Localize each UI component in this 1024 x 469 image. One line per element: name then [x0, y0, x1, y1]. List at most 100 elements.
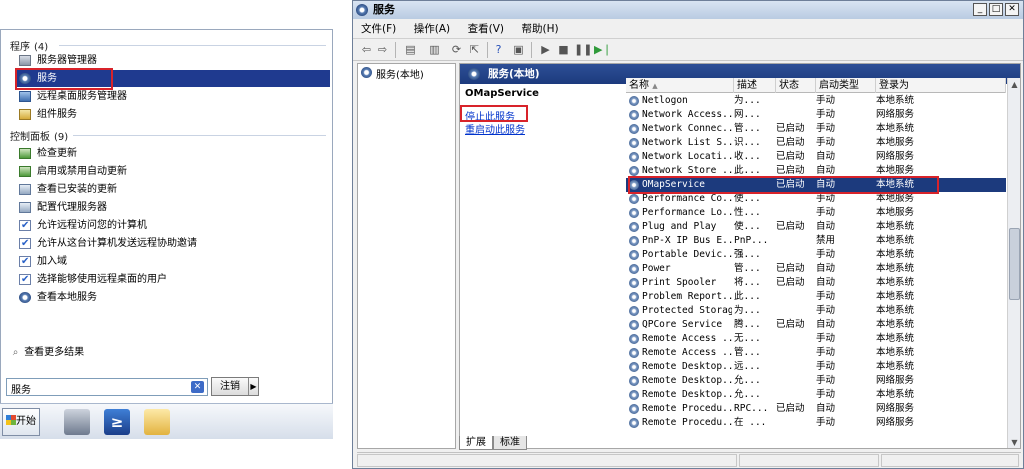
show-hide-tree-icon[interactable]: ▤: [403, 43, 418, 57]
service-gear-icon: [629, 222, 639, 232]
start-menu-item[interactable]: 允许远程访问您的计算机: [15, 217, 330, 234]
tab-extended[interactable]: 扩展: [459, 436, 493, 450]
help-icon[interactable]: ?: [491, 43, 506, 57]
table-row[interactable]: Portable Devic... 强... 手动 本地系统: [626, 248, 1006, 262]
start-menu-item[interactable]: 启用或禁用自动更新: [15, 163, 330, 180]
server-manager-taskbar-icon[interactable]: [64, 409, 90, 435]
restart-service-link[interactable]: 重启动此服务: [465, 121, 525, 136]
title-bar[interactable]: 服务 _ □ ✕: [353, 1, 1023, 19]
start-menu-item[interactable]: 加入域: [15, 253, 330, 270]
table-cell: 已启动: [776, 123, 805, 134]
window-title: 服务: [373, 3, 395, 16]
status-segment: [881, 454, 1019, 467]
menu-action[interactable]: 操作(A): [414, 23, 450, 35]
start-button[interactable]: 开始: [2, 408, 40, 436]
pause-service-icon[interactable]: ❚❚: [574, 43, 592, 57]
column-header-log-on-as[interactable]: 登录为: [876, 78, 1006, 93]
table-row[interactable]: Network Locati... 收... 已启动 自动 网络服务: [626, 150, 1006, 164]
menu-file[interactable]: 文件(F): [361, 23, 396, 35]
scroll-up-icon[interactable]: ▲: [1009, 79, 1020, 91]
table-cell: 本地系统: [876, 263, 915, 274]
table-row[interactable]: Protected Storage 为... 手动 本地系统: [626, 304, 1006, 318]
start-menu-item[interactable]: 服务器管理器: [15, 52, 330, 69]
scrollbar-thumb[interactable]: [1009, 228, 1020, 300]
start-menu-item[interactable]: 查看本地服务: [15, 289, 330, 306]
table-row[interactable]: Problem Report... 此... 手动 本地系统: [626, 290, 1006, 304]
start-menu-item[interactable]: 配置代理服务器: [15, 199, 330, 216]
scroll-down-icon[interactable]: ▼: [1009, 437, 1020, 448]
table-cell: Performance Lo...: [642, 207, 732, 218]
table-cell: Remote Desktop...: [642, 375, 732, 386]
start-service-icon[interactable]: ▶: [538, 43, 553, 57]
table-row[interactable]: Network Access... 网... 手动 网络服务: [626, 108, 1006, 122]
table-row[interactable]: QPCore Service 腾... 已启动 自动 本地系统: [626, 318, 1006, 332]
start-search-input[interactable]: 服务 ✕: [6, 378, 208, 396]
table-row[interactable]: Remote Procedu... 在 ... 手动 网络服务: [626, 416, 1006, 430]
service-gear-icon: [629, 166, 639, 176]
details-pane: 服务(本地) OMapService 停止此服务 重启动此服务 名称 ▲ 描述 …: [459, 63, 1021, 449]
table-cell: 自动: [816, 319, 836, 330]
menu-help[interactable]: 帮助(H): [522, 23, 559, 35]
stop-service-icon[interactable]: ■: [556, 43, 571, 57]
table-cell: 管...: [734, 263, 761, 274]
table-row[interactable]: Remote Desktop... 远... 手动 本地系统: [626, 360, 1006, 374]
table-row[interactable]: Remote Procedu... RPC... 已启动 自动 网络服务: [626, 402, 1006, 416]
table-row[interactable]: Power 管... 已启动 自动 本地系统: [626, 262, 1006, 276]
service-gear-icon: [629, 194, 639, 204]
table-row[interactable]: Remote Desktop... 允... 手动 网络服务: [626, 374, 1006, 388]
table-row[interactable]: Network Connec... 管... 已启动 手动 本地系统: [626, 122, 1006, 136]
vertical-scrollbar[interactable]: ▲ ▼: [1007, 78, 1020, 448]
restart-service-icon[interactable]: ▶❘: [594, 43, 612, 57]
tree-item-services-local[interactable]: 服务(本地): [361, 66, 424, 81]
explorer-taskbar-icon[interactable]: [144, 409, 170, 435]
column-header-description[interactable]: 描述: [734, 78, 776, 93]
menu-view[interactable]: 查看(V): [468, 23, 504, 35]
powershell-taskbar-icon[interactable]: ≥: [104, 409, 130, 435]
table-cell: 网络服务: [876, 151, 915, 162]
console-tree: 服务(本地): [357, 63, 456, 449]
service-gear-icon: [629, 138, 639, 148]
start-menu-item[interactable]: 组件服务: [15, 106, 330, 123]
table-row[interactable]: Print Spooler 将... 已启动 自动 本地系统: [626, 276, 1006, 290]
start-menu-item[interactable]: 允许从这台计算机发送远程协助邀请: [15, 235, 330, 252]
close-button[interactable]: ✕: [1005, 3, 1019, 16]
start-menu-item[interactable]: 选择能够使用远程桌面的用户: [15, 271, 330, 288]
forward-icon[interactable]: ⇨: [375, 43, 390, 57]
table-row[interactable]: Remote Access ... 管... 手动 本地系统: [626, 346, 1006, 360]
installed-updates-icon: [19, 184, 31, 195]
service-gear-icon: [629, 348, 639, 358]
table-row[interactable]: Netlogon 为... 手动 本地系统: [626, 94, 1006, 108]
column-header-status[interactable]: 状态: [776, 78, 816, 93]
table-cell: 手动: [816, 333, 836, 344]
service-gear-icon: [629, 124, 639, 134]
start-menu-item[interactable]: 查看已安装的更新: [15, 181, 330, 198]
start-menu-item[interactable]: 远程桌面服务管理器: [15, 88, 330, 105]
logoff-button[interactable]: 注销 ▶: [211, 377, 259, 396]
export-list-icon[interactable]: ⇱: [467, 43, 482, 57]
table-cell: 手动: [816, 361, 836, 372]
see-more-results-link[interactable]: ⌕ 查看更多结果: [10, 343, 85, 358]
start-menu-item-label: 启用或禁用自动更新: [37, 166, 127, 177]
table-row[interactable]: Remote Desktop... 允... 手动 本地系统: [626, 388, 1006, 402]
clear-search-icon[interactable]: ✕: [191, 381, 204, 393]
console-icon[interactable]: ▣: [511, 43, 526, 57]
refresh-icon[interactable]: ⟳: [449, 43, 464, 57]
table-row[interactable]: Network List S... 识... 已启动 手动 本地服务: [626, 136, 1006, 150]
start-menu-item[interactable]: 检查更新: [15, 145, 330, 162]
minimize-button[interactable]: _: [973, 3, 987, 16]
service-gear-icon: [629, 278, 639, 288]
table-row[interactable]: Remote Access ... 无... 手动 本地系统: [626, 332, 1006, 346]
highlight-box: [460, 105, 528, 122]
maximize-button[interactable]: □: [989, 3, 1003, 16]
properties-icon[interactable]: ▥: [427, 43, 442, 57]
shutdown-options-arrow-icon[interactable]: ▶: [248, 378, 258, 395]
table-row[interactable]: Performance Co... 使... 手动 本地服务: [626, 192, 1006, 206]
column-header-name[interactable]: 名称 ▲: [626, 78, 734, 93]
tab-standard[interactable]: 标准: [493, 436, 527, 450]
table-cell: 网络服务: [876, 109, 915, 120]
table-row[interactable]: PnP-X IP Bus E... PnP... 禁用 本地系统: [626, 234, 1006, 248]
back-icon[interactable]: ⇦: [359, 43, 374, 57]
column-header-startup-type[interactable]: 启动类型: [816, 78, 876, 93]
table-row[interactable]: Performance Lo... 性... 手动 本地服务: [626, 206, 1006, 220]
table-row[interactable]: Plug and Play 使... 已启动 自动 本地系统: [626, 220, 1006, 234]
